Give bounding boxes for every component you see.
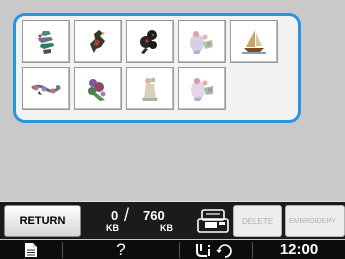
return-button[interactable]: RETURN	[4, 205, 81, 237]
thumbnail-grid	[22, 20, 278, 110]
embroidery-design-1-icon	[38, 30, 54, 54]
memory-slash: /	[124, 205, 130, 225]
embroidery-design-9-icon	[191, 77, 213, 101]
embroidery-design-5-icon	[242, 29, 266, 54]
design-thumbnail-4[interactable]	[178, 20, 226, 63]
memory-total-unit: KB	[160, 223, 173, 233]
embroidery-design-6-icon	[31, 84, 62, 95]
design-thumbnail-7[interactable]	[74, 67, 122, 110]
design-selection-panel	[13, 13, 301, 123]
memory-used-value: 0	[111, 208, 119, 223]
embroidery-design-7-icon	[88, 78, 106, 101]
clock-display: 12:00	[279, 241, 319, 258]
embroidery-button[interactable]: EMBROIDERY	[285, 205, 345, 237]
document-icon	[25, 242, 37, 257]
memory-used-unit: KB	[106, 223, 119, 233]
design-thumbnail-2[interactable]	[74, 20, 122, 63]
design-thumbnail-5[interactable]	[230, 20, 278, 63]
machine-settings-button[interactable]	[180, 240, 252, 259]
design-thumbnail-1[interactable]	[22, 20, 70, 63]
embroidery-design-2-icon	[90, 29, 105, 53]
help-button[interactable]: ?	[63, 240, 179, 259]
embroidery-design-8-icon	[142, 77, 158, 101]
embroidery-machine-icon	[197, 209, 229, 233]
machine-settings-icon	[196, 243, 232, 258]
bottom-toolbar: RETURN 0 KB / 760 KB DELETE EMBROIDERY	[0, 201, 345, 239]
design-thumbnail-9[interactable]	[178, 67, 226, 110]
design-thumbnail-3[interactable]	[126, 20, 174, 63]
embroidery-design-3-icon	[140, 29, 157, 54]
embroidery-design-4-icon	[190, 30, 213, 54]
memory-total-value: 760	[143, 208, 165, 223]
document-button[interactable]	[0, 240, 62, 259]
delete-button[interactable]: DELETE	[233, 205, 282, 237]
status-bar: ? 12:00	[0, 240, 345, 259]
design-thumbnail-8[interactable]	[126, 67, 174, 110]
design-thumbnail-6[interactable]	[22, 67, 70, 110]
